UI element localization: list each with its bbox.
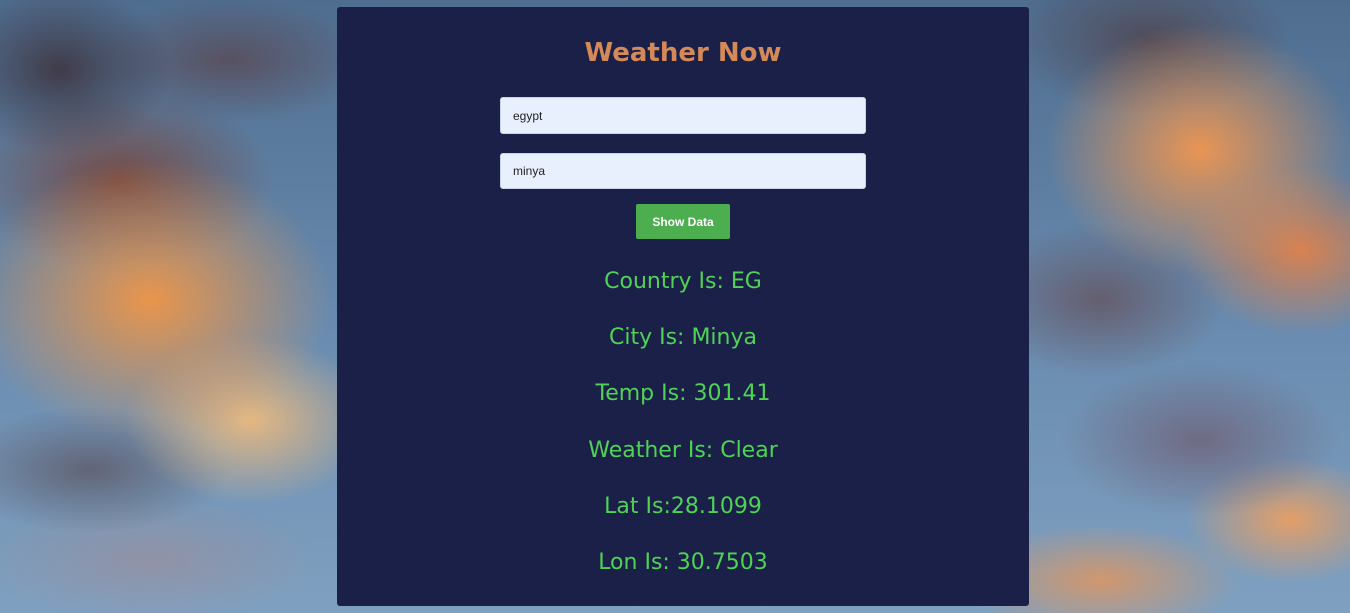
temp-result: Temp Is: 301.41 xyxy=(595,381,771,406)
weather-result: Weather Is: Clear xyxy=(588,438,778,463)
city-input[interactable] xyxy=(500,153,866,189)
lon-result: Lon Is: 30.7503 xyxy=(598,550,768,575)
country-input[interactable] xyxy=(500,97,866,134)
weather-panel: Weather Now Show Data Country Is: EG Cit… xyxy=(337,7,1029,606)
page-background: { "app": { "title": "Weather Now" }, "fo… xyxy=(0,0,1350,613)
page-title: Weather Now xyxy=(584,38,782,68)
lat-result: Lat Is:28.1099 xyxy=(604,494,762,519)
country-result: Country Is: EG xyxy=(604,269,762,294)
show-data-button[interactable]: Show Data xyxy=(636,204,730,239)
city-result: City Is: Minya xyxy=(608,325,757,350)
